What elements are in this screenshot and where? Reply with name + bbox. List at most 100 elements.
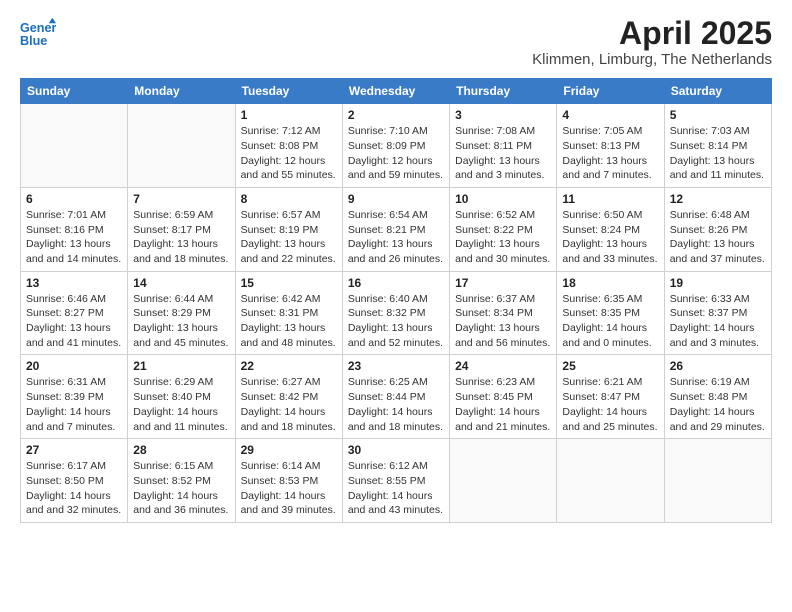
day-number: 25 (562, 359, 658, 373)
calendar-table: Sunday Monday Tuesday Wednesday Thursday… (20, 78, 772, 523)
day-number: 17 (455, 276, 551, 290)
day-info: Sunrise: 6:44 AMSunset: 8:29 PMDaylight:… (133, 292, 229, 351)
calendar-day-cell (557, 439, 664, 523)
day-number: 5 (670, 108, 766, 122)
header-friday: Friday (557, 79, 664, 104)
day-info: Sunrise: 7:03 AMSunset: 8:14 PMDaylight:… (670, 124, 766, 183)
header-monday: Monday (128, 79, 235, 104)
calendar-day-cell: 15 Sunrise: 6:42 AMSunset: 8:31 PMDayligh… (235, 271, 342, 355)
day-number: 6 (26, 192, 122, 206)
day-info: Sunrise: 6:21 AMSunset: 8:47 PMDaylight:… (562, 375, 658, 434)
calendar-day-cell: 2 Sunrise: 7:10 AMSunset: 8:09 PMDaylight… (342, 104, 449, 188)
day-info: Sunrise: 6:59 AMSunset: 8:17 PMDaylight:… (133, 208, 229, 267)
calendar-week-row: 13 Sunrise: 6:46 AMSunset: 8:27 PMDayligh… (21, 271, 772, 355)
calendar-day-cell: 5 Sunrise: 7:03 AMSunset: 8:14 PMDaylight… (664, 104, 771, 188)
day-info: Sunrise: 7:08 AMSunset: 8:11 PMDaylight:… (455, 124, 551, 183)
calendar-day-cell: 4Sunrise: 7:05 AMSunset: 8:13 PMDaylight… (557, 104, 664, 188)
logo: General Blue (20, 16, 56, 52)
calendar-week-row: 20 Sunrise: 6:31 AMSunset: 8:39 PMDayligh… (21, 355, 772, 439)
calendar-day-cell: 13 Sunrise: 6:46 AMSunset: 8:27 PMDayligh… (21, 271, 128, 355)
day-number: 2 (348, 108, 444, 122)
calendar-day-cell: 23 Sunrise: 6:25 AMSunset: 8:44 PMDayligh… (342, 355, 449, 439)
header-thursday: Thursday (450, 79, 557, 104)
day-info: Sunrise: 6:23 AMSunset: 8:45 PMDaylight:… (455, 375, 551, 434)
calendar-week-row: 27 Sunrise: 6:17 AMSunset: 8:50 PMDayligh… (21, 439, 772, 523)
day-info: Sunrise: 6:14 AMSunset: 8:53 PMDaylight:… (241, 459, 337, 518)
day-number: 10 (455, 192, 551, 206)
header-tuesday: Tuesday (235, 79, 342, 104)
calendar-day-cell: 27 Sunrise: 6:17 AMSunset: 8:50 PMDayligh… (21, 439, 128, 523)
day-info: Sunrise: 6:19 AMSunset: 8:48 PMDaylight:… (670, 375, 766, 434)
day-number: 22 (241, 359, 337, 373)
calendar-day-cell: 10Sunrise: 6:52 AMSunset: 8:22 PMDayligh… (450, 187, 557, 271)
day-info: Sunrise: 6:33 AMSunset: 8:37 PMDaylight:… (670, 292, 766, 351)
day-number: 7 (133, 192, 229, 206)
calendar-day-cell: 6Sunrise: 7:01 AMSunset: 8:16 PMDaylight… (21, 187, 128, 271)
logo-icon: General Blue (20, 16, 56, 52)
day-number: 15 (241, 276, 337, 290)
day-number: 24 (455, 359, 551, 373)
svg-text:Blue: Blue (20, 34, 47, 48)
day-number: 12 (670, 192, 766, 206)
title-block: April 2025 Klimmen, Limburg, The Netherl… (532, 16, 772, 68)
day-info: Sunrise: 6:57 AMSunset: 8:19 PMDaylight:… (241, 208, 337, 267)
header-wednesday: Wednesday (342, 79, 449, 104)
day-info: Sunrise: 6:37 AMSunset: 8:34 PMDaylight:… (455, 292, 551, 351)
header-sunday: Sunday (21, 79, 128, 104)
calendar-subtitle: Klimmen, Limburg, The Netherlands (532, 51, 772, 68)
calendar-week-row: 6Sunrise: 7:01 AMSunset: 8:16 PMDaylight… (21, 187, 772, 271)
calendar-day-cell: 17 Sunrise: 6:37 AMSunset: 8:34 PMDayligh… (450, 271, 557, 355)
day-number: 11 (562, 192, 658, 206)
day-info: Sunrise: 6:46 AMSunset: 8:27 PMDaylight:… (26, 292, 122, 351)
day-number: 3 (455, 108, 551, 122)
day-number: 27 (26, 443, 122, 457)
day-info: Sunrise: 7:12 AMSunset: 8:08 PMDaylight:… (241, 124, 337, 183)
calendar-day-cell: 3 Sunrise: 7:08 AMSunset: 8:11 PMDaylight… (450, 104, 557, 188)
calendar-day-cell: 14 Sunrise: 6:44 AMSunset: 8:29 PMDayligh… (128, 271, 235, 355)
day-number: 13 (26, 276, 122, 290)
day-number: 9 (348, 192, 444, 206)
header: General Blue April 2025 Klimmen, Limburg… (20, 16, 772, 68)
calendar-day-cell: 9Sunrise: 6:54 AMSunset: 8:21 PMDaylight… (342, 187, 449, 271)
weekday-header-row: Sunday Monday Tuesday Wednesday Thursday… (21, 79, 772, 104)
day-number: 23 (348, 359, 444, 373)
calendar-day-cell (450, 439, 557, 523)
calendar-title: April 2025 (532, 16, 772, 51)
calendar-day-cell: 12 Sunrise: 6:48 AMSunset: 8:26 PMDayligh… (664, 187, 771, 271)
calendar-day-cell: 30Sunrise: 6:12 AMSunset: 8:55 PMDayligh… (342, 439, 449, 523)
calendar-day-cell: 16 Sunrise: 6:40 AMSunset: 8:32 PMDayligh… (342, 271, 449, 355)
day-info: Sunrise: 6:17 AMSunset: 8:50 PMDaylight:… (26, 459, 122, 518)
day-info: Sunrise: 6:25 AMSunset: 8:44 PMDaylight:… (348, 375, 444, 434)
calendar-day-cell: 24 Sunrise: 6:23 AMSunset: 8:45 PMDayligh… (450, 355, 557, 439)
calendar-day-cell: 8 Sunrise: 6:57 AMSunset: 8:19 PMDaylight… (235, 187, 342, 271)
header-saturday: Saturday (664, 79, 771, 104)
day-number: 16 (348, 276, 444, 290)
day-info: Sunrise: 6:35 AMSunset: 8:35 PMDaylight:… (562, 292, 658, 351)
calendar-day-cell: 18Sunrise: 6:35 AMSunset: 8:35 PMDayligh… (557, 271, 664, 355)
day-info: Sunrise: 7:10 AMSunset: 8:09 PMDaylight:… (348, 124, 444, 183)
day-number: 26 (670, 359, 766, 373)
calendar-day-cell: 29 Sunrise: 6:14 AMSunset: 8:53 PMDayligh… (235, 439, 342, 523)
day-info: Sunrise: 6:27 AMSunset: 8:42 PMDaylight:… (241, 375, 337, 434)
day-info: Sunrise: 6:31 AMSunset: 8:39 PMDaylight:… (26, 375, 122, 434)
calendar-day-cell: 25 Sunrise: 6:21 AMSunset: 8:47 PMDayligh… (557, 355, 664, 439)
day-info: Sunrise: 6:15 AMSunset: 8:52 PMDaylight:… (133, 459, 229, 518)
day-number: 8 (241, 192, 337, 206)
day-number: 1 (241, 108, 337, 122)
calendar-day-cell: 19 Sunrise: 6:33 AMSunset: 8:37 PMDayligh… (664, 271, 771, 355)
calendar-day-cell: 1 Sunrise: 7:12 AMSunset: 8:08 PMDaylight… (235, 104, 342, 188)
day-number: 19 (670, 276, 766, 290)
calendar-day-cell (664, 439, 771, 523)
calendar-day-cell: 20 Sunrise: 6:31 AMSunset: 8:39 PMDayligh… (21, 355, 128, 439)
day-number: 21 (133, 359, 229, 373)
calendar-day-cell: 11Sunrise: 6:50 AMSunset: 8:24 PMDayligh… (557, 187, 664, 271)
day-number: 20 (26, 359, 122, 373)
calendar-day-cell: 7 Sunrise: 6:59 AMSunset: 8:17 PMDaylight… (128, 187, 235, 271)
day-number: 29 (241, 443, 337, 457)
day-number: 14 (133, 276, 229, 290)
day-info: Sunrise: 6:40 AMSunset: 8:32 PMDaylight:… (348, 292, 444, 351)
calendar-day-cell: 21Sunrise: 6:29 AMSunset: 8:40 PMDayligh… (128, 355, 235, 439)
calendar-week-row: 1 Sunrise: 7:12 AMSunset: 8:08 PMDaylight… (21, 104, 772, 188)
day-info: Sunrise: 6:48 AMSunset: 8:26 PMDaylight:… (670, 208, 766, 267)
day-info: Sunrise: 6:42 AMSunset: 8:31 PMDaylight:… (241, 292, 337, 351)
